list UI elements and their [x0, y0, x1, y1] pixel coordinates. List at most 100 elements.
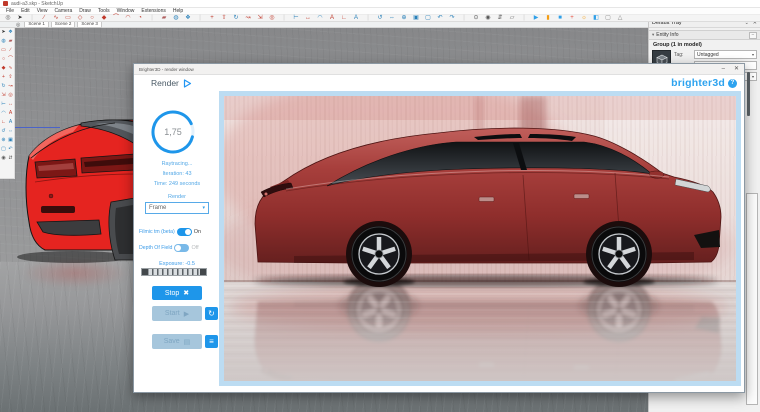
push-pull-icon[interactable]: ⇧ — [7, 73, 14, 82]
two-point-arc-icon[interactable]: ◠ — [124, 15, 132, 22]
menu-item[interactable]: Window — [117, 8, 135, 14]
protractor-icon[interactable]: ◠ — [0, 109, 7, 118]
protractor-icon[interactable]: ◠ — [316, 15, 324, 22]
position-camera-icon[interactable]: ⊙ — [472, 15, 480, 22]
filmic-toggle[interactable] — [176, 228, 192, 236]
scene-tab[interactable]: Scene 1 — [24, 21, 49, 28]
select-icon[interactable]: ➤ — [16, 15, 24, 22]
rotated-rectangle-icon[interactable]: ◇ — [76, 15, 84, 22]
exposure-slider[interactable] — [141, 268, 207, 276]
menu-item[interactable]: File — [6, 8, 14, 14]
scale-icon[interactable]: ⇲ — [256, 15, 264, 22]
tape-measure-icon[interactable]: ⊢ — [292, 15, 300, 22]
freehand-icon[interactable]: ∿ — [52, 15, 60, 22]
zoom-window-icon[interactable]: ▣ — [7, 136, 14, 145]
stop-button[interactable]: Stop ✖ — [152, 286, 202, 300]
save-settings-button[interactable]: ≡ — [205, 335, 218, 348]
select-icon[interactable]: ➤ — [0, 28, 7, 37]
pan-icon[interactable]: ⇔ — [7, 127, 14, 136]
previous-view-icon[interactable]: ↶ — [436, 15, 444, 22]
menu-item[interactable]: Draw — [79, 8, 91, 14]
follow-me-icon[interactable]: ↝ — [244, 15, 252, 22]
line-icon[interactable]: ∕ — [40, 15, 48, 22]
walk-icon[interactable]: ⇵ — [496, 15, 504, 22]
start-button[interactable]: Start ▶ — [152, 306, 202, 321]
zoom-extents-icon[interactable]: ▢ — [424, 15, 432, 22]
axes-icon[interactable]: ∟ — [0, 118, 7, 127]
push-pull-icon[interactable]: ⇧ — [220, 15, 228, 22]
zoom-extents-icon[interactable]: ▢ — [0, 145, 7, 154]
scene-tab[interactable]: Scene 3 — [77, 21, 102, 28]
arc-icon[interactable]: ⌒ — [7, 55, 14, 64]
next-view-icon[interactable]: ↷ — [448, 15, 456, 22]
menu-item[interactable]: View — [37, 8, 48, 14]
make-component-icon[interactable]: ❖ — [7, 28, 14, 37]
previous-view-icon[interactable]: ↶ — [7, 145, 14, 154]
eraser-icon[interactable]: ▰ — [160, 15, 168, 22]
box-icon[interactable]: ▢ — [604, 15, 612, 22]
polygon-icon[interactable]: ◆ — [100, 15, 108, 22]
export-icon[interactable]: △ — [616, 15, 624, 22]
zoom-icon[interactable]: ⊕ — [0, 136, 7, 145]
circle-icon[interactable]: ○ — [88, 15, 96, 22]
axes-icon[interactable]: ∟ — [340, 15, 348, 22]
render-stop-icon[interactable]: ■ — [556, 15, 564, 22]
make-component-icon[interactable]: ❖ — [184, 15, 192, 22]
tape-measure-icon[interactable]: ⊢ — [0, 100, 7, 109]
polygon-icon[interactable]: ◆ — [0, 64, 7, 73]
close-icon[interactable]: ✕ — [734, 66, 739, 72]
add-light-icon[interactable]: + — [568, 15, 576, 22]
walk-icon[interactable]: ⇵ — [7, 154, 14, 163]
freehand-icon[interactable]: ∿ — [7, 64, 14, 73]
menu-item[interactable]: Edit — [21, 8, 30, 14]
scene-tab[interactable]: Scene 2 — [50, 21, 76, 28]
menu-item[interactable]: Camera — [54, 8, 72, 14]
menu-item[interactable]: Help — [173, 8, 183, 14]
help-icon[interactable]: ? — [728, 78, 737, 88]
offset-icon[interactable]: ◎ — [7, 91, 14, 100]
circle-icon[interactable]: ○ — [0, 55, 7, 64]
move-icon[interactable]: + — [0, 73, 7, 82]
dof-toggle[interactable] — [174, 244, 190, 252]
rotate-icon[interactable]: ↻ — [232, 15, 240, 22]
section-plane-icon[interactable]: ▱ — [508, 15, 516, 22]
orbit-icon[interactable]: ↺ — [376, 15, 384, 22]
tag-dropdown[interactable]: Untagged ▾ — [694, 50, 757, 59]
menu-item[interactable]: Tools — [98, 8, 110, 14]
sun-icon[interactable]: ☼ — [580, 15, 588, 22]
collapse-icon[interactable]: − — [749, 31, 757, 39]
dimension-icon[interactable]: ↔ — [304, 15, 312, 22]
rectangle-icon[interactable]: ▭ — [64, 15, 72, 22]
material-icon[interactable]: ◧ — [592, 15, 600, 22]
viewport-car-model[interactable] — [15, 110, 135, 265]
minimize-icon[interactable]: – — [722, 66, 725, 72]
look-around-icon[interactable]: ◉ — [484, 15, 492, 22]
eraser-icon[interactable]: ▰ — [7, 37, 14, 46]
3d-text-icon[interactable]: A — [7, 118, 14, 127]
rendered-car-image[interactable] — [214, 76, 736, 381]
scale-icon[interactable]: ⇲ — [0, 91, 7, 100]
arc-icon[interactable]: ⌒ — [112, 15, 120, 22]
text-icon[interactable]: A — [328, 15, 336, 22]
pan-icon[interactable]: ⇔ — [388, 15, 396, 22]
pie-icon[interactable]: ◔ — [136, 15, 144, 22]
move-icon[interactable]: + — [208, 15, 216, 22]
paint-bucket-icon[interactable]: ◍ — [0, 37, 7, 46]
offset-icon[interactable]: ◎ — [268, 15, 276, 22]
menu-item[interactable]: Extensions — [141, 8, 165, 14]
render-pause-icon[interactable]: ▮ — [544, 15, 552, 22]
entity-info-header[interactable]: ▾ Entity Info − — [649, 30, 760, 40]
zoom-window-icon[interactable]: ▣ — [412, 15, 420, 22]
look-around-icon[interactable]: ◉ — [0, 154, 7, 163]
paint-bucket-icon[interactable]: ◍ — [172, 15, 180, 22]
search-icon[interactable]: ◎ — [4, 15, 12, 22]
line-icon[interactable]: ∕ — [7, 46, 14, 55]
tray-scrollbar[interactable] — [747, 72, 750, 116]
save-button[interactable]: Save ▤ — [152, 334, 202, 349]
orbit-icon[interactable]: ↺ — [0, 127, 7, 136]
zoom-icon[interactable]: ⊕ — [400, 15, 408, 22]
restart-button[interactable]: ↻ — [205, 307, 218, 320]
search-icon[interactable]: ◎ — [16, 22, 20, 28]
render-window-titlebar[interactable]: Brighter3D - render window – ✕ — [134, 64, 744, 75]
rotate-icon[interactable]: ↻ — [0, 82, 7, 91]
